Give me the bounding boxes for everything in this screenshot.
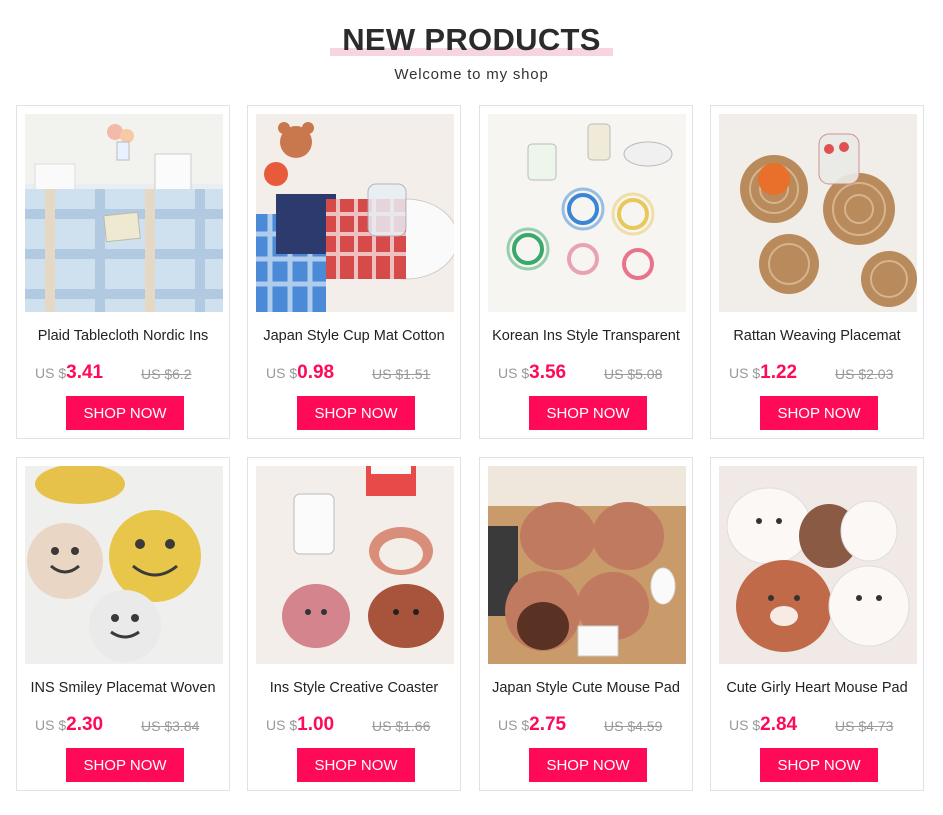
product-card[interactable]: Japan Style Cute Mouse Pad US $2.75 US $… bbox=[479, 457, 693, 791]
product-image[interactable] bbox=[719, 114, 917, 312]
product-name[interactable]: Korean Ins Style Transparent bbox=[488, 327, 684, 349]
current-price: US $3.56 bbox=[498, 362, 566, 384]
product-name[interactable]: Cute Girly Heart Mouse Pad bbox=[719, 679, 915, 701]
section-title: NEW PRODUCTS bbox=[330, 22, 613, 58]
shop-now-button[interactable]: SHOP NOW bbox=[66, 748, 184, 782]
product-image[interactable] bbox=[256, 466, 454, 664]
product-name[interactable]: Japan Style Cute Mouse Pad bbox=[488, 679, 684, 701]
product-name[interactable]: Japan Style Cup Mat Cotton bbox=[256, 327, 452, 349]
product-image[interactable] bbox=[719, 466, 917, 664]
currency-label: US $ bbox=[35, 717, 67, 733]
current-price: US $1.00 bbox=[266, 714, 334, 736]
original-price: US $4.59 bbox=[604, 718, 663, 734]
original-price: US $1.66 bbox=[372, 718, 431, 734]
product-name[interactable]: INS Smiley Placemat Woven bbox=[25, 679, 221, 701]
shop-now-button[interactable]: SHOP NOW bbox=[66, 396, 184, 430]
original-price: US $2.03 bbox=[835, 366, 894, 382]
product-card[interactable]: Japan Style Cup Mat Cotton US $0.98 US $… bbox=[247, 105, 461, 439]
current-price: US $1.22 bbox=[729, 362, 797, 384]
price-amount: 3.41 bbox=[66, 362, 104, 383]
section-header: NEW PRODUCTS Welcome to my shop bbox=[0, 0, 943, 100]
currency-label: US $ bbox=[498, 717, 530, 733]
product-card[interactable]: Ins Style Creative Coaster US $1.00 US $… bbox=[247, 457, 461, 791]
original-price: US $3.84 bbox=[141, 718, 200, 734]
currency-label: US $ bbox=[498, 365, 530, 381]
product-image[interactable] bbox=[488, 114, 686, 312]
currency-label: US $ bbox=[266, 365, 298, 381]
product-image[interactable] bbox=[256, 114, 454, 312]
current-price: US $2.30 bbox=[35, 714, 103, 736]
title-wrap: NEW PRODUCTS bbox=[0, 22, 943, 58]
currency-label: US $ bbox=[729, 365, 761, 381]
price-amount: 2.30 bbox=[66, 714, 104, 735]
current-price: US $2.75 bbox=[498, 714, 566, 736]
shop-now-button[interactable]: SHOP NOW bbox=[297, 396, 415, 430]
price-row: US $3.41 US $6.2 bbox=[35, 362, 217, 386]
original-price: US $1.51 bbox=[372, 366, 431, 382]
product-image[interactable] bbox=[488, 466, 686, 664]
price-amount: 1.00 bbox=[297, 714, 335, 735]
currency-label: US $ bbox=[729, 717, 761, 733]
price-row: US $1.00 US $1.66 bbox=[266, 714, 448, 738]
current-price: US $2.84 bbox=[729, 714, 797, 736]
product-image[interactable] bbox=[25, 466, 223, 664]
product-name[interactable]: Rattan Weaving Placemat bbox=[719, 327, 915, 349]
shop-now-button[interactable]: SHOP NOW bbox=[529, 396, 647, 430]
product-card[interactable]: Korean Ins Style Transparent US $3.56 US… bbox=[479, 105, 693, 439]
currency-label: US $ bbox=[266, 717, 298, 733]
current-price: US $0.98 bbox=[266, 362, 334, 384]
price-row: US $3.56 US $5.08 bbox=[498, 362, 680, 386]
current-price: US $3.41 bbox=[35, 362, 103, 384]
product-card[interactable]: Cute Girly Heart Mouse Pad US $2.84 US $… bbox=[710, 457, 924, 791]
shop-now-button[interactable]: SHOP NOW bbox=[297, 748, 415, 782]
shop-now-button[interactable]: SHOP NOW bbox=[760, 748, 878, 782]
price-row: US $0.98 US $1.51 bbox=[266, 362, 448, 386]
shop-now-button[interactable]: SHOP NOW bbox=[529, 748, 647, 782]
price-amount: 0.98 bbox=[297, 362, 335, 383]
product-card[interactable]: Plaid Tablecloth Nordic Ins US $3.41 US … bbox=[16, 105, 230, 439]
price-row: US $2.84 US $4.73 bbox=[729, 714, 911, 738]
product-card[interactable]: INS Smiley Placemat Woven US $2.30 US $3… bbox=[16, 457, 230, 791]
price-amount: 1.22 bbox=[760, 362, 798, 383]
product-image[interactable] bbox=[25, 114, 223, 312]
price-row: US $1.22 US $2.03 bbox=[729, 362, 911, 386]
section-subtitle: Welcome to my shop bbox=[394, 66, 549, 83]
price-amount: 2.75 bbox=[529, 714, 567, 735]
original-price: US $6.2 bbox=[141, 366, 192, 382]
price-amount: 2.84 bbox=[760, 714, 798, 735]
price-row: US $2.75 US $4.59 bbox=[498, 714, 680, 738]
price-amount: 3.56 bbox=[529, 362, 567, 383]
shop-now-button[interactable]: SHOP NOW bbox=[760, 396, 878, 430]
original-price: US $5.08 bbox=[604, 366, 663, 382]
product-name[interactable]: Ins Style Creative Coaster bbox=[256, 679, 452, 701]
product-name[interactable]: Plaid Tablecloth Nordic Ins bbox=[25, 327, 221, 349]
original-price: US $4.73 bbox=[835, 718, 894, 734]
product-card[interactable]: Rattan Weaving Placemat US $1.22 US $2.0… bbox=[710, 105, 924, 439]
price-row: US $2.30 US $3.84 bbox=[35, 714, 217, 738]
currency-label: US $ bbox=[35, 365, 67, 381]
